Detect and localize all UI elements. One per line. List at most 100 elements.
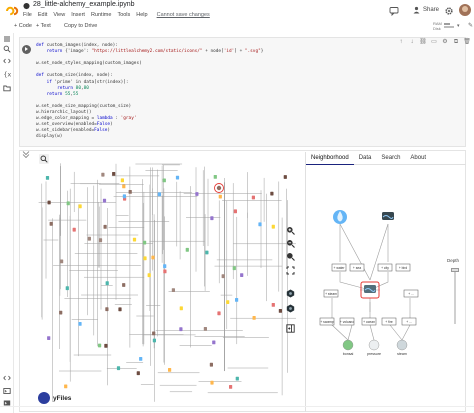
layout-icon[interactable]	[286, 289, 295, 298]
graph-node[interactable]	[168, 368, 172, 372]
settings-icon[interactable]	[444, 6, 454, 16]
menu-insert[interactable]: Insert	[71, 12, 85, 18]
comment-icon[interactable]	[389, 6, 399, 16]
tab-neighborhood[interactable]: Neighborhood	[306, 152, 354, 165]
graph-node[interactable]	[195, 192, 199, 196]
graph-node[interactable]	[98, 238, 103, 243]
graph-node[interactable]	[122, 194, 126, 199]
pencil-icon[interactable]: ✎	[468, 22, 473, 29]
avatar[interactable]	[459, 4, 471, 16]
graph-node[interactable]	[65, 286, 69, 291]
graph-node[interactable]	[235, 298, 239, 302]
menu-icon[interactable]	[3, 35, 11, 43]
result-node-icon[interactable]	[368, 339, 380, 351]
graph-node[interactable]	[251, 195, 255, 200]
add-text-button[interactable]: + Text	[36, 23, 51, 29]
graph-node[interactable]	[258, 222, 262, 227]
graph-node[interactable]	[122, 283, 126, 287]
graph-node[interactable]	[104, 343, 108, 348]
graph-node[interactable]	[210, 216, 214, 221]
result-node-icon[interactable]	[396, 339, 408, 351]
graph-canvas[interactable]	[34, 152, 304, 412]
graph-node[interactable]	[118, 307, 122, 312]
graph-node[interactable]	[210, 380, 214, 385]
graph-node[interactable]	[271, 224, 275, 229]
graph-node[interactable]	[221, 274, 225, 279]
chevron-down-icon[interactable]: ▾	[457, 23, 460, 29]
graph-node[interactable]	[278, 309, 282, 313]
graph-node[interactable]	[101, 172, 105, 177]
run-cell-button[interactable]	[22, 45, 31, 54]
variables-icon[interactable]: {x}	[3, 70, 12, 79]
graph-node[interactable]	[132, 237, 137, 242]
graph-node[interactable]	[60, 259, 64, 264]
menu-help[interactable]: Help	[136, 12, 147, 18]
graph-node[interactable]	[213, 175, 217, 179]
graph-node[interactable]	[217, 311, 221, 316]
neighborhood-graph[interactable]: + water + sea + city + bird + steam + ... + sw…	[310, 180, 442, 360]
colab-logo[interactable]	[4, 3, 20, 19]
graph-node[interactable]	[120, 178, 124, 183]
menu-file[interactable]: File	[23, 12, 32, 18]
graph-node[interactable]	[143, 256, 147, 261]
graph-node[interactable]	[283, 175, 287, 179]
move-down-icon[interactable]: ↓	[408, 39, 416, 46]
graph-node[interactable]	[271, 303, 275, 307]
comment-cell-icon[interactable]: ▭	[430, 39, 438, 46]
link-icon[interactable]: ⛓	[419, 39, 427, 46]
graph-node[interactable]	[233, 209, 237, 214]
graph-search-icon[interactable]	[39, 154, 49, 164]
zoom-out-icon[interactable]	[286, 239, 295, 248]
resource-monitor[interactable]: RAM Disk	[433, 21, 442, 31]
graph-node[interactable]	[157, 192, 161, 197]
graph-node[interactable]	[212, 340, 216, 345]
graph-node[interactable]	[163, 269, 167, 274]
graph-node[interactable]	[59, 310, 63, 315]
graph-node[interactable]	[105, 307, 109, 312]
unsaved-notice[interactable]: Cannot save changes	[157, 12, 210, 18]
graph-node[interactable]	[229, 385, 233, 389]
graph-node[interactable]	[205, 250, 209, 255]
graph-node[interactable]	[45, 176, 50, 180]
graph-node[interactable]	[103, 224, 107, 229]
graph-node[interactable]	[105, 281, 109, 286]
mirror-icon[interactable]: ⧉	[452, 39, 460, 46]
graph-node[interactable]	[47, 336, 51, 340]
depth-slider-thumb[interactable]	[451, 268, 459, 272]
menu-view[interactable]: View	[53, 12, 65, 18]
menu-runtime[interactable]: Runtime	[91, 12, 111, 18]
output-options-icon[interactable]	[22, 150, 30, 158]
graph-node[interactable]	[152, 331, 156, 336]
notebook-title[interactable]: 28_little-alchemy_example.ipynb	[33, 1, 135, 8]
graph-node[interactable]	[226, 300, 230, 304]
graph-node[interactable]	[179, 306, 183, 311]
graph-node[interactable]	[252, 316, 256, 320]
fit-icon[interactable]	[286, 266, 295, 275]
tab-about[interactable]: About	[405, 152, 431, 165]
zoom-in-icon[interactable]	[286, 226, 295, 235]
graph-node[interactable]	[112, 172, 116, 176]
graph-node[interactable]	[139, 357, 143, 361]
graph-node[interactable]	[102, 198, 107, 203]
github-icon[interactable]	[23, 2, 30, 10]
graph-node[interactable]	[175, 175, 180, 180]
share-button[interactable]: Share	[413, 6, 439, 14]
graph-node[interactable]	[122, 184, 126, 189]
zoom-reset-icon[interactable]	[286, 252, 295, 261]
add-code-button[interactable]: + Code	[14, 23, 32, 29]
command-icon[interactable]	[3, 374, 11, 382]
graph-node[interactable]	[78, 204, 82, 209]
graph-node[interactable]	[163, 264, 167, 269]
graph-node[interactable]	[72, 227, 76, 232]
graph-node[interactable]	[232, 266, 236, 271]
graph-node[interactable]	[66, 201, 70, 206]
tab-data[interactable]: Data	[354, 152, 377, 165]
result-node-icon[interactable]	[342, 339, 354, 351]
files-icon[interactable]	[3, 84, 11, 92]
graph-node[interactable]	[143, 240, 147, 245]
graph-node[interactable]	[185, 247, 189, 252]
graph-icon[interactable]	[286, 304, 295, 313]
graph-node[interactable]	[270, 191, 274, 196]
code-editor[interactable]: def custom_images(index, node): return {…	[36, 43, 263, 141]
copy-to-drive-button[interactable]: Copy to Drive	[64, 23, 97, 29]
